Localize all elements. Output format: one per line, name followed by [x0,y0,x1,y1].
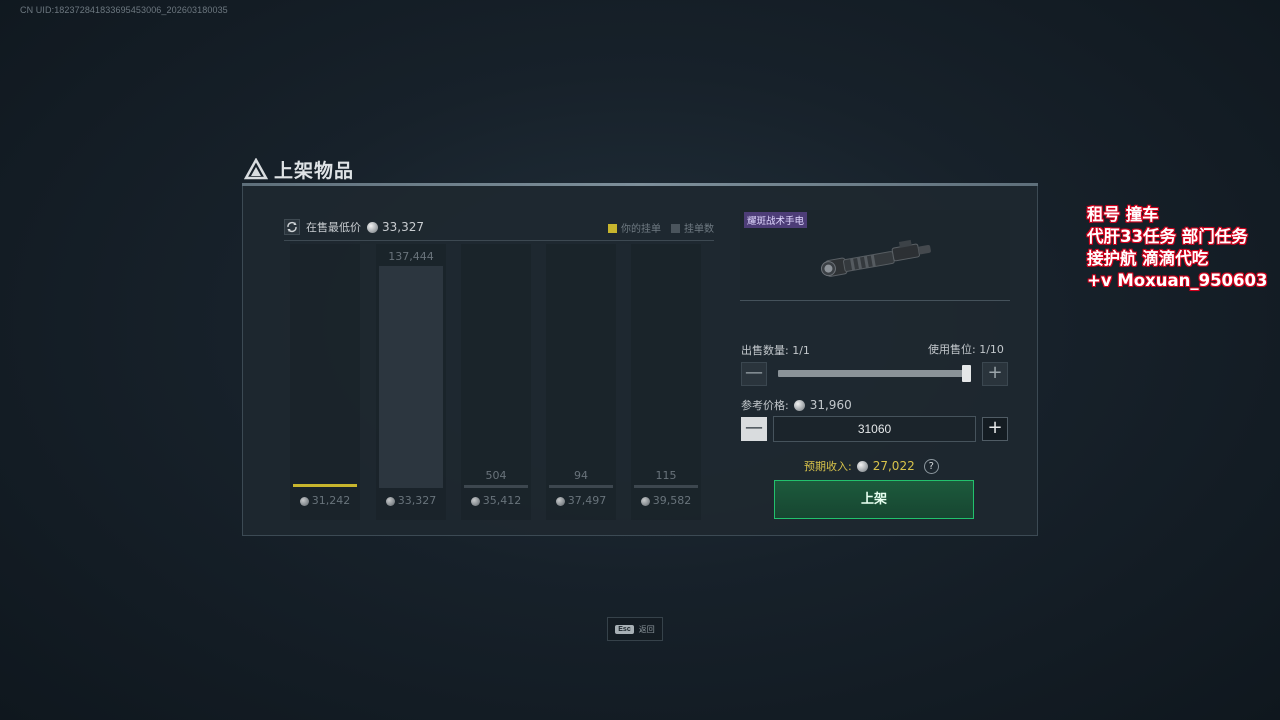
chart-header: 在售最低价 33,327 你的挂单 挂单数 [284,215,714,239]
chart-bar-value-label: 94 [574,469,588,482]
slot-usage-label: 使用售位: 1/10 [928,341,1004,357]
back-button[interactable]: Esc 返回 [607,617,663,641]
help-icon[interactable]: ? [923,458,939,474]
legend-listing-count: 挂单数 [671,220,714,235]
chart-legend: 你的挂单 挂单数 [608,220,714,235]
chart-bar-value-label: 137,444 [388,250,434,263]
price-minus-button[interactable]: — [741,417,767,441]
item-name-tag: 耀斑战术手电 [744,212,808,228]
coin-icon [793,399,805,411]
price-input[interactable]: 31060 [773,416,976,442]
expected-income-value: 27,022 [872,459,915,473]
chart-bar[interactable] [379,266,443,488]
slot-usage-label-text: 使用售位: [928,343,976,356]
page-title: 上架物品 [274,159,355,182]
chart-bar[interactable] [634,485,698,488]
chart-price-tick-label: 37,497 [536,494,626,507]
overlay-line: +v Moxuan_950603 [1087,271,1268,290]
coin-icon [367,221,378,233]
qty-slider-thumb[interactable] [962,365,971,382]
reference-price-value: 31,960 [809,398,852,412]
triangle-logo-icon [244,158,268,180]
chart-bar-value-label: 115 [655,469,677,482]
title-bar: 上架物品 [244,155,354,183]
chart-header-divider [284,240,714,241]
coin-icon [299,496,309,506]
lowest-price-label: 在售最低价 [306,221,361,234]
chart-column-bg [290,244,360,520]
chart-bar[interactable] [549,485,613,488]
chart-price-tick-text: 31,242 [311,494,351,507]
tactical-flashlight-image [820,239,931,277]
chart-bar-my-listing[interactable] [293,484,357,487]
chart-price-tick-label: 33,327 [366,494,456,507]
slot-usage-value: 1/10 [979,343,1004,356]
chart-price-tick-label: 39,582 [621,494,711,507]
chart-price-tick-label: 35,412 [451,494,541,507]
chart-price-tick-text: 37,497 [567,494,607,507]
chart-price-tick-label: 31,242 [280,494,370,507]
expected-income-label: 预期收入: [804,460,852,473]
list-item-button[interactable]: 上架 [774,480,974,519]
coin-icon [470,496,480,506]
back-label: 返回 [638,624,655,634]
reference-price-row: 参考价格: 31,960 [741,397,852,413]
coin-icon [856,460,868,472]
legend-label-listing-count: 挂单数 [684,224,714,235]
qty-minus-button[interactable]: — [741,362,767,386]
legend-swatch-gray [671,224,680,233]
chart-price-tick-text: 33,327 [397,494,437,507]
reference-price-label: 参考价格: [741,399,789,412]
refresh-icon[interactable] [284,219,300,235]
sell-qty-label-text: 出售数量: [741,344,789,357]
coin-icon [385,496,395,506]
qty-plus-button[interactable]: + [982,362,1008,386]
sell-qty-value: 1/1 [792,344,810,357]
expected-income-row: 预期收入: 27,022 ? [804,458,939,474]
uid-text: CN UID:1823728418336954530​06_2026031800… [20,5,228,15]
lowest-price-value: 33,327 [382,220,424,234]
chart-bar-value-label: 504 [485,469,507,482]
legend-swatch-yellow [608,224,617,233]
overlay-line: 接护航 滴滴代吃 [1087,249,1209,268]
sell-qty-label: 出售数量: 1/1 [741,342,810,358]
coin-icon [640,496,650,506]
chart-bar[interactable] [464,485,528,488]
overlay-line: 代肝33任务 部门任务 [1087,227,1248,246]
stream-overlay-text: 租号 撞车 代肝33任务 部门任务 接护航 滴滴代吃 +v Moxuan_950… [1087,204,1268,292]
legend-label-my-listing: 你的挂单 [621,224,661,235]
chart-price-tick-text: 39,582 [652,494,692,507]
qty-slider-track[interactable] [778,370,970,377]
esc-key-icon: Esc [615,624,634,634]
price-plus-button[interactable]: + [982,417,1008,441]
coin-icon [555,496,565,506]
legend-my-listing: 你的挂单 [608,220,661,235]
overlay-line: 租号 撞车 [1087,205,1159,224]
chart-price-tick-text: 35,412 [482,494,522,507]
